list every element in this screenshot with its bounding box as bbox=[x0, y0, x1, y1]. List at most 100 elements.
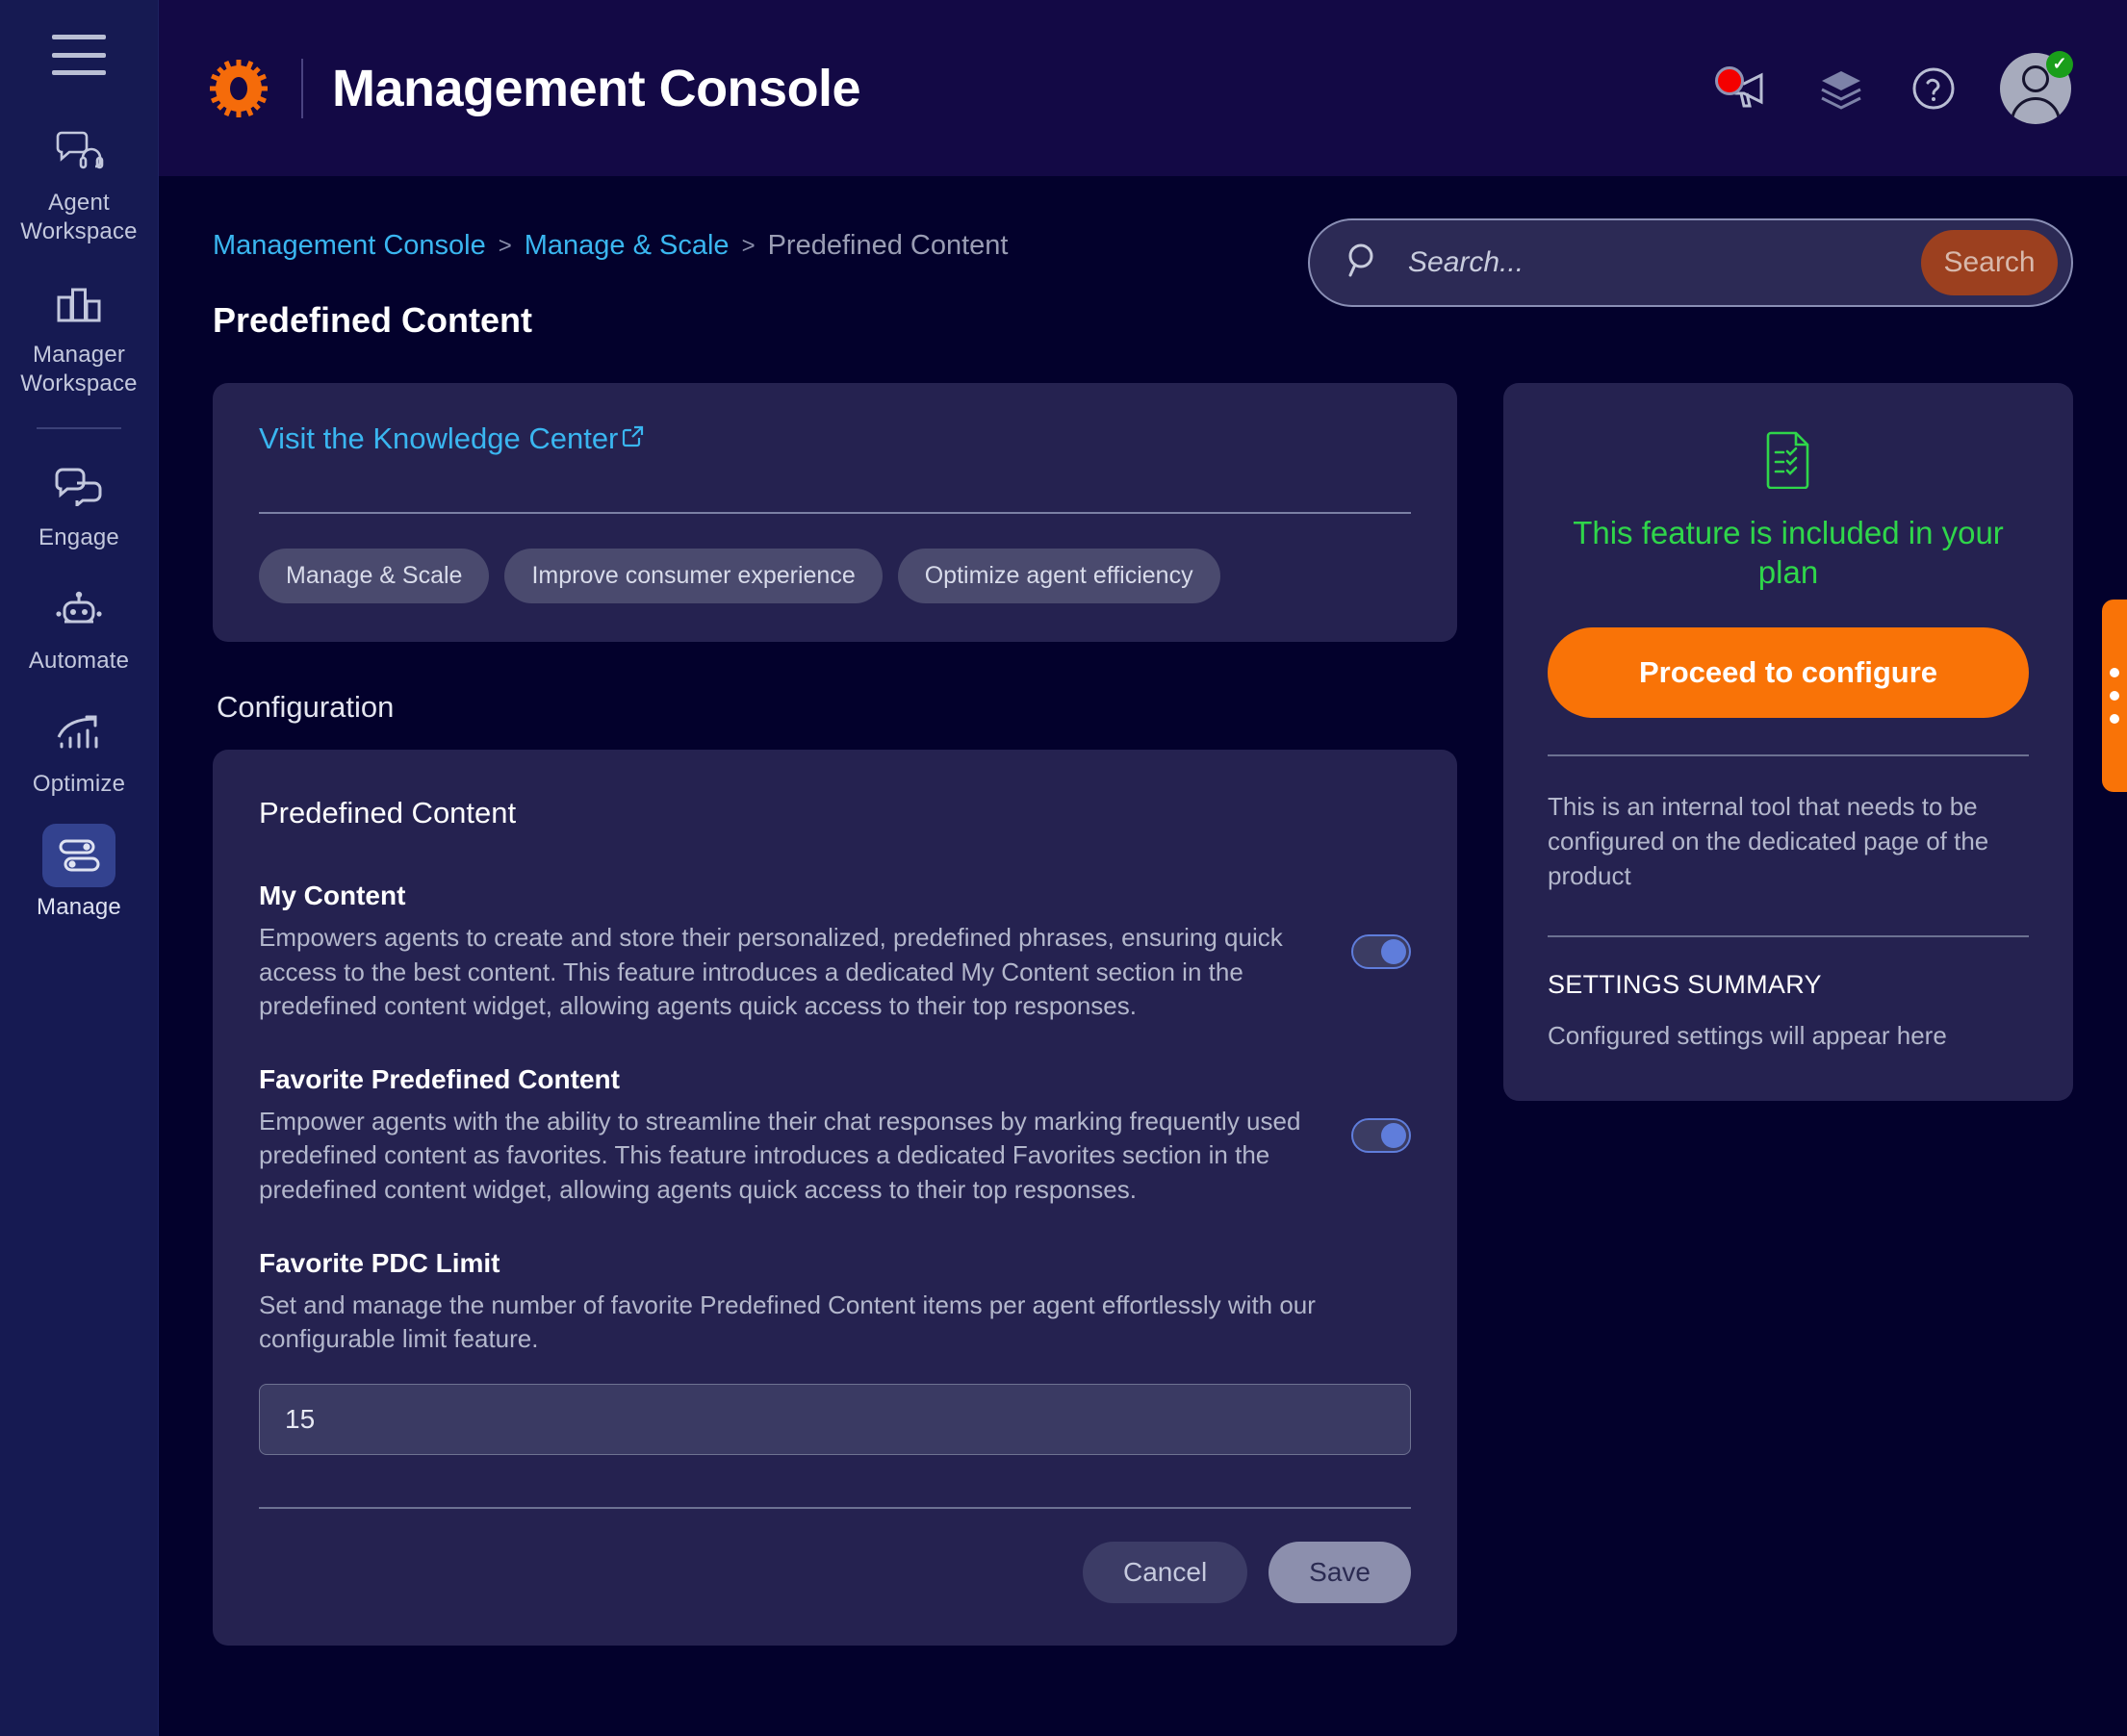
setting-text-block: Favorite Predefined Content Empower agen… bbox=[259, 1064, 1332, 1208]
trending-up-chart-icon bbox=[42, 701, 115, 764]
breadcrumb-search-row: Management Console > Manage & Scale > Pr… bbox=[213, 218, 2073, 341]
search-magnifier-icon bbox=[1343, 241, 1383, 286]
page-title: Predefined Content bbox=[213, 300, 533, 340]
sidebar-item-label: Optimize bbox=[32, 771, 126, 797]
settings-summary-heading: SETTINGS SUMMARY bbox=[1548, 970, 1822, 1000]
search-input[interactable] bbox=[1383, 246, 1921, 279]
sidebar-item-optimize[interactable]: Optimize bbox=[0, 701, 159, 799]
configuration-card-title: Predefined Content bbox=[259, 796, 517, 830]
toggle-knob bbox=[1381, 1122, 1406, 1148]
avatar[interactable]: ✓ bbox=[2000, 50, 2073, 124]
hamburger-bar bbox=[52, 52, 106, 58]
external-link-icon bbox=[621, 421, 646, 456]
divider bbox=[1548, 753, 2029, 756]
hamburger-bar bbox=[52, 35, 106, 39]
plan-note: This is an internal tool that needs to b… bbox=[1548, 791, 1989, 891]
avatar-body-shape bbox=[2011, 96, 2061, 124]
setting-text-block: My Content Empowers agents to create and… bbox=[259, 881, 1332, 1024]
sidebar-item-label: Agent Workspace bbox=[20, 190, 138, 244]
more-dots-icon[interactable] bbox=[2102, 600, 2127, 792]
setting-description: Empower agents with the ability to strea… bbox=[259, 1106, 1301, 1205]
dot bbox=[2110, 668, 2119, 677]
breadcrumb-item-current: Predefined Content bbox=[767, 230, 1009, 261]
tag-chip[interactable]: Manage & Scale bbox=[259, 549, 490, 603]
cancel-button[interactable]: Cancel bbox=[1083, 1541, 1248, 1603]
plan-status-message: This feature is included in your plan bbox=[1573, 515, 2004, 590]
sidebar-item-manage[interactable]: Manage bbox=[0, 824, 159, 922]
breadcrumb-separator: > bbox=[741, 232, 756, 259]
setting-row-favorite-predefined-content: Favorite Predefined Content Empower agen… bbox=[259, 1064, 1411, 1208]
plan-status-card: This feature is included in your plan Pr… bbox=[1503, 383, 2073, 1102]
robot-icon bbox=[42, 577, 115, 641]
main-inner: Management Console > Manage & Scale > Pr… bbox=[159, 218, 2127, 1646]
sidebar-item-label: Automate bbox=[28, 648, 130, 674]
page-app-title: Management Console bbox=[332, 59, 861, 117]
sidebar-item-automate[interactable]: Automate bbox=[0, 577, 159, 676]
content-column: Management Console ✓ Management Console … bbox=[159, 0, 2127, 1736]
configuration-section-label: Configuration bbox=[217, 690, 395, 724]
form-actions: Cancel Save bbox=[259, 1541, 1411, 1603]
favorite-pdc-limit-block: Favorite PDC Limit Set and manage the nu… bbox=[259, 1248, 1411, 1357]
sidebar-item-label: Manage bbox=[37, 894, 121, 920]
search-bar: Search bbox=[1308, 218, 2073, 307]
left-column: Visit the Knowledge Center Manage & Scal… bbox=[213, 383, 1457, 1646]
sliders-icon bbox=[42, 824, 115, 887]
proceed-to-configure-button[interactable]: Proceed to configure bbox=[1548, 626, 2029, 718]
toggle-my-content[interactable] bbox=[1351, 934, 1411, 969]
headset-chat-icon bbox=[42, 119, 115, 183]
sidebar-item-label: Manager Workspace bbox=[20, 342, 138, 396]
tag-chip[interactable]: Optimize agent efficiency bbox=[897, 549, 1220, 603]
breadcrumb-item-manage-scale[interactable]: Manage & Scale bbox=[525, 230, 730, 262]
knowledge-center-link[interactable]: Visit the Knowledge Center bbox=[259, 421, 646, 456]
setting-row-my-content: My Content Empowers agents to create and… bbox=[259, 881, 1411, 1024]
divider bbox=[259, 1506, 1411, 1509]
avatar-head-shape bbox=[2022, 64, 2049, 92]
divider bbox=[259, 512, 1411, 514]
toggle-favorite-predefined-content[interactable] bbox=[1351, 1117, 1411, 1153]
setting-description: Empowers agents to create and store thei… bbox=[259, 923, 1283, 1021]
breadcrumb-item-root[interactable]: Management Console bbox=[213, 230, 486, 262]
content-columns: Visit the Knowledge Center Manage & Scal… bbox=[213, 383, 2073, 1646]
header-divider bbox=[301, 58, 303, 118]
document-check-icon bbox=[1548, 429, 2029, 489]
gear-icon bbox=[209, 59, 269, 118]
knowledge-center-card: Visit the Knowledge Center Manage & Scal… bbox=[213, 383, 1457, 642]
favorite-pdc-limit-input[interactable] bbox=[259, 1383, 1411, 1455]
layers-icon[interactable] bbox=[1815, 63, 1867, 115]
sidebar-divider bbox=[37, 427, 121, 429]
sidebar-item-label: Engage bbox=[38, 524, 119, 550]
save-button[interactable]: Save bbox=[1269, 1541, 1411, 1603]
sidebar-item-manager-workspace[interactable]: Manager Workspace bbox=[0, 271, 159, 398]
configuration-card: Predefined Content My Content Empowers a… bbox=[213, 750, 1457, 1646]
help-circle-icon[interactable] bbox=[1908, 63, 1960, 115]
tag-chip[interactable]: Improve consumer experience bbox=[504, 549, 883, 603]
app-root: Agent Workspace Manager Workspace Engage bbox=[0, 0, 2127, 1736]
breadcrumb-separator: > bbox=[498, 232, 512, 259]
header-actions: ✓ bbox=[1715, 50, 2089, 124]
setting-title: My Content bbox=[259, 881, 406, 910]
divider bbox=[1548, 935, 2029, 938]
sidebar-item-engage[interactable]: Engage bbox=[0, 454, 159, 552]
avatar-status-badge: ✓ bbox=[2046, 50, 2073, 78]
dot bbox=[2110, 714, 2119, 724]
search-button[interactable]: Search bbox=[1921, 230, 2058, 295]
favorite-pdc-limit-description: Set and manage the number of favorite Pr… bbox=[259, 1289, 1316, 1354]
setting-title: Favorite Predefined Content bbox=[259, 1063, 620, 1094]
toggle-knob bbox=[1381, 939, 1406, 964]
tag-list: Manage & Scale Improve consumer experien… bbox=[259, 549, 1411, 603]
right-column: This feature is included in your plan Pr… bbox=[1503, 383, 2073, 1102]
hamburger-bar bbox=[52, 70, 106, 75]
hamburger-menu-icon[interactable] bbox=[52, 35, 106, 75]
main-content: Management Console > Manage & Scale > Pr… bbox=[159, 176, 2127, 1736]
chat-bubbles-icon bbox=[42, 454, 115, 518]
breadcrumb-title-block: Management Console > Manage & Scale > Pr… bbox=[213, 218, 1008, 341]
settings-summary-body: Configured settings will appear here bbox=[1548, 1021, 1947, 1051]
megaphone-icon[interactable] bbox=[1715, 63, 1775, 115]
knowledge-center-link-label: Visit the Knowledge Center bbox=[259, 421, 619, 455]
breadcrumb: Management Console > Manage & Scale > Pr… bbox=[213, 218, 1008, 262]
sidebar-item-agent-workspace[interactable]: Agent Workspace bbox=[0, 119, 159, 246]
dot bbox=[2110, 691, 2119, 701]
favorite-pdc-limit-title: Favorite PDC Limit bbox=[259, 1247, 500, 1278]
notification-badge bbox=[1715, 65, 1744, 95]
app-header: Management Console ✓ bbox=[159, 0, 2127, 176]
